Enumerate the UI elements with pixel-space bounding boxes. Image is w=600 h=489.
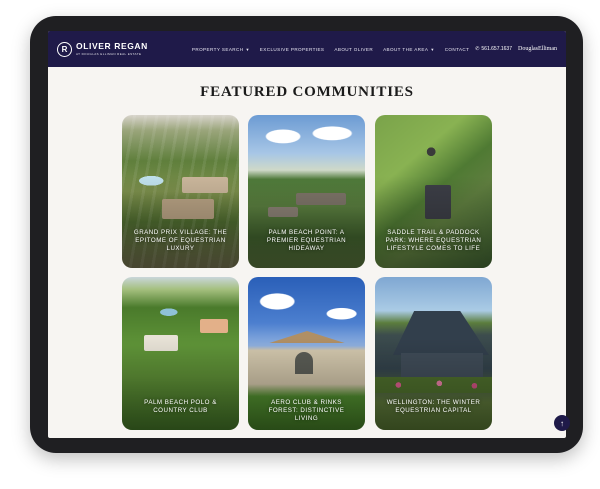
chevron-down-icon: ▼	[430, 46, 435, 52]
card-title: PALM BEACH POINT: A PREMIER EQUESTRIAN H…	[266, 229, 347, 253]
card-overlay	[375, 338, 492, 430]
card-overlay	[248, 176, 365, 268]
nav-about-the-area[interactable]: ABOUT THE AREA ▼	[383, 47, 435, 52]
community-card-wellington[interactable]: WELLINGTON: THE WINTER EQUESTRIAN CAPITA…	[375, 277, 492, 430]
nav-label: ABOUT OLIVER	[334, 46, 374, 52]
community-card-grand-prix-village[interactable]: GRAND PRIX VILLAGE: THE EPITOME OF EQUES…	[122, 115, 239, 268]
card-overlay	[375, 176, 492, 268]
browser-viewport: R OLIVER REGAN AT DOUGLAS ELLIMAN REAL E…	[48, 31, 566, 438]
nav-about-oliver[interactable]: ABOUT OLIVER	[334, 47, 373, 52]
nav-exclusive-properties[interactable]: EXCLUSIVE PROPERTIES	[260, 47, 325, 52]
card-title: SADDLE TRAIL & PADDOCK PARK: WHERE EQUES…	[385, 229, 482, 253]
phone-number: 561.657.1637	[481, 46, 512, 52]
site-logo[interactable]: R OLIVER REGAN AT DOUGLAS ELLIMAN REAL E…	[57, 41, 148, 57]
logo-text: OLIVER REGAN AT DOUGLAS ELLIMAN REAL EST…	[76, 42, 148, 56]
chevron-down-icon: ▼	[245, 46, 250, 52]
arrow-up-icon: ↑	[560, 418, 564, 428]
phone-link[interactable]: ✆ 561.657.1637	[475, 46, 512, 52]
nav-label: CONTACT	[444, 46, 470, 52]
card-title: AERO CLUB & RINKS FOREST: DISTINCTIVE LI…	[268, 399, 345, 423]
site-header: R OLIVER REGAN AT DOUGLAS ELLIMAN REAL E…	[48, 31, 566, 67]
phone-icon: ✆	[475, 46, 480, 52]
card-title: PALM BEACH POLO & COUNTRY CLUB	[144, 399, 217, 415]
community-card-saddle-trail[interactable]: SADDLE TRAIL & PADDOCK PARK: WHERE EQUES…	[375, 115, 492, 268]
community-card-palm-beach-point[interactable]: PALM BEACH POINT: A PREMIER EQUESTRIAN H…	[248, 115, 365, 268]
scroll-to-top-button[interactable]: ↑	[554, 415, 570, 431]
building-image-detail	[200, 319, 228, 333]
header-right: ✆ 561.657.1637 DouglasElliman	[475, 46, 557, 52]
nav-contact[interactable]: CONTACT	[445, 47, 470, 52]
logo-mark: R	[57, 41, 72, 57]
card-overlay	[122, 176, 239, 268]
card-title: GRAND PRIX VILLAGE: THE EPITOME OF EQUES…	[133, 229, 228, 253]
card-overlay	[122, 338, 239, 430]
nav-property-search[interactable]: PROPERTY SEARCH ▼	[192, 47, 250, 52]
main-navigation: PROPERTY SEARCH ▼ EXCLUSIVE PROPERTIES A…	[192, 47, 469, 52]
partner-logo-text: DouglasElliman	[518, 46, 557, 52]
community-card-aero-club[interactable]: AERO CLUB & RINKS FOREST: DISTINCTIVE LI…	[248, 277, 365, 430]
card-title: WELLINGTON: THE WINTER EQUESTRIAN CAPITA…	[386, 399, 481, 415]
douglas-elliman-logo[interactable]: DouglasElliman	[518, 46, 557, 52]
nav-label: EXCLUSIVE PROPERTIES	[259, 46, 325, 52]
community-card-palm-beach-polo[interactable]: PALM BEACH POLO & COUNTRY CLUB	[122, 277, 239, 430]
brand-subtitle: AT DOUGLAS ELLIMAN REAL ESTATE	[76, 51, 142, 56]
section-title: FEATURED COMMUNITIES	[200, 84, 414, 100]
brand-name: OLIVER REGAN	[76, 41, 148, 52]
nav-label: ABOUT THE AREA	[383, 46, 429, 52]
nav-label: PROPERTY SEARCH	[191, 46, 244, 52]
